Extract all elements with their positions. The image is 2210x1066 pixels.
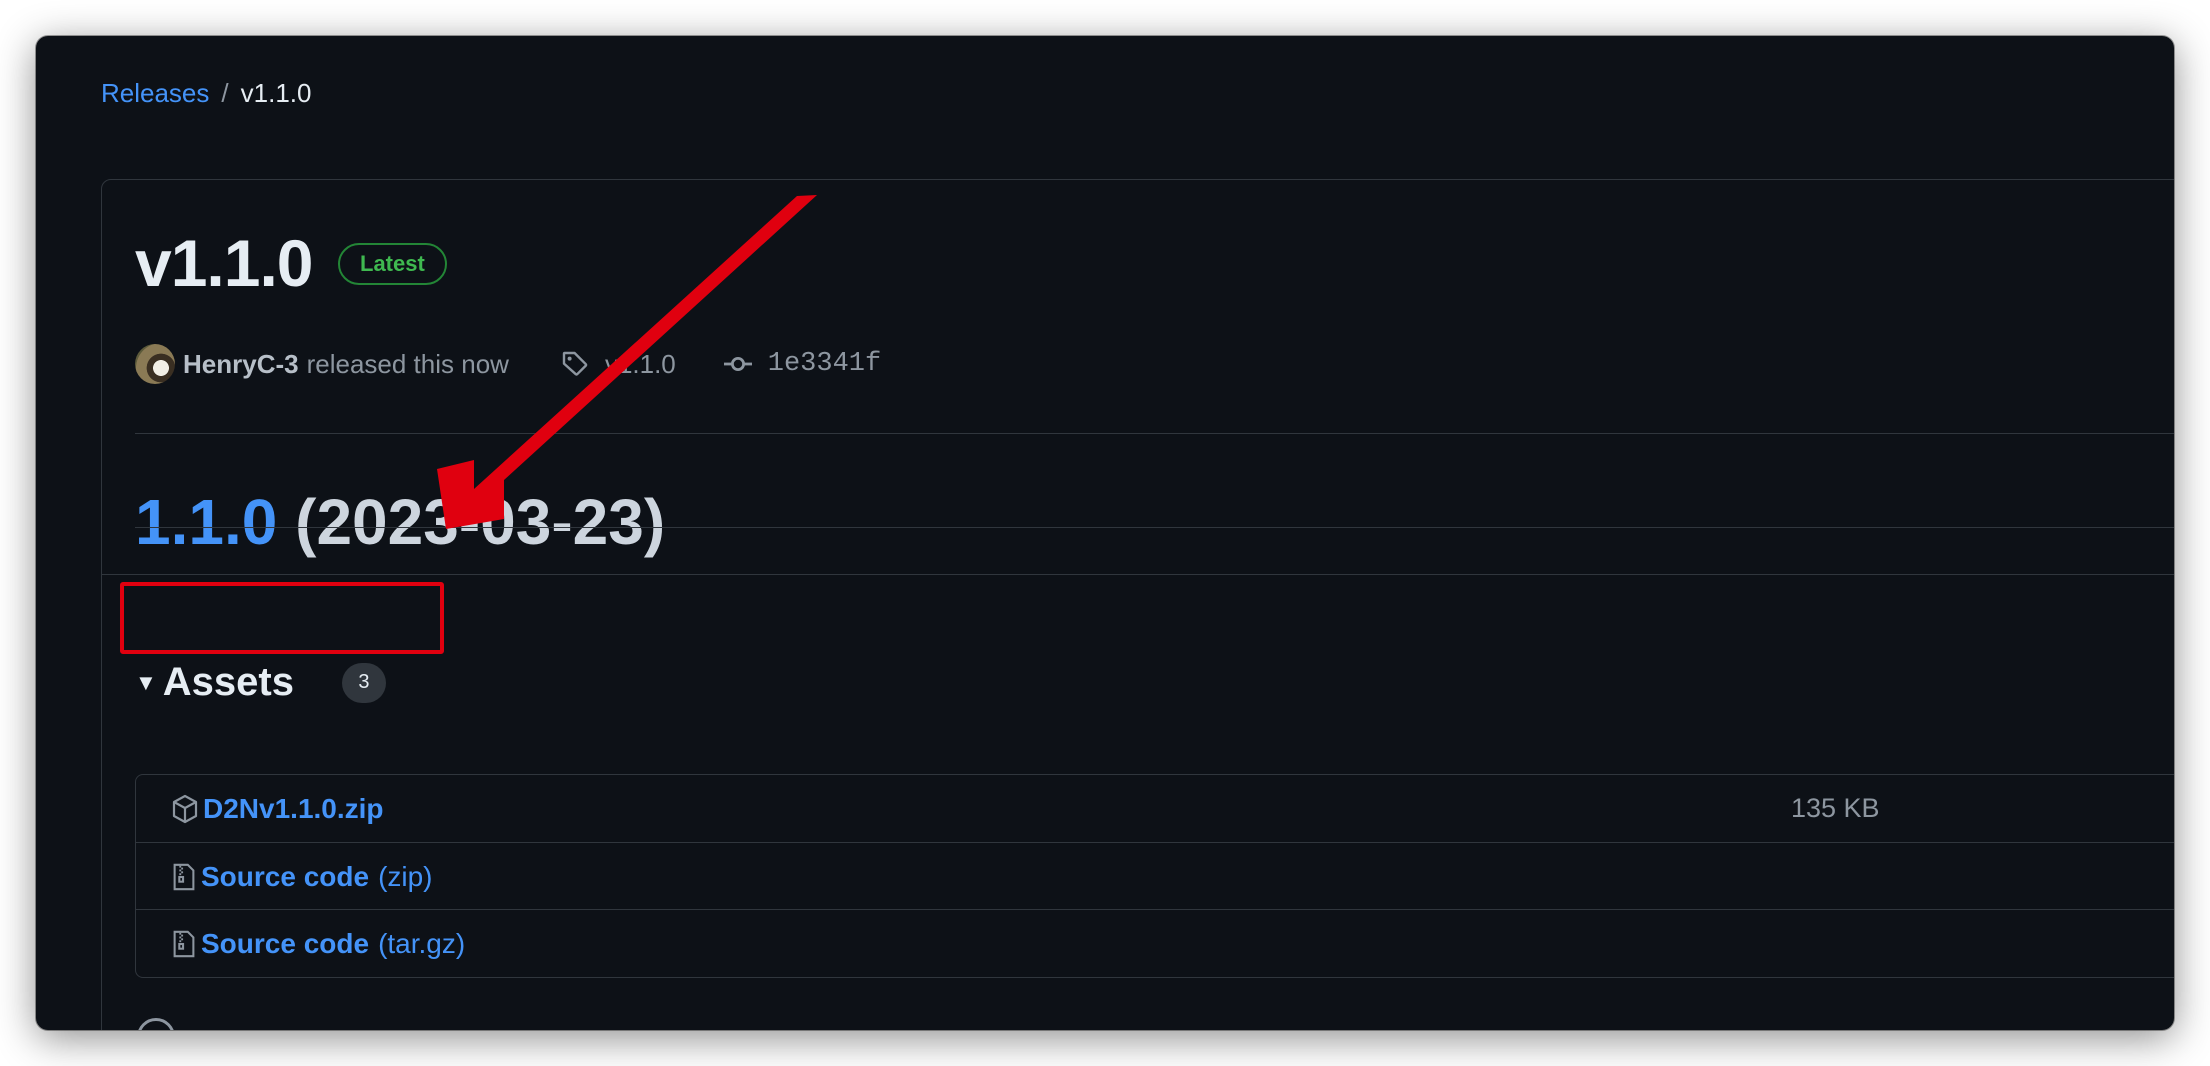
asset-link[interactable]: Source code (201, 928, 369, 960)
package-icon (169, 793, 201, 825)
smiley-icon[interactable] (137, 1018, 175, 1030)
author-link[interactable]: HenryC-3 (183, 349, 299, 380)
assets-count-badge: 3 (341, 662, 386, 703)
heading-divider (135, 527, 2174, 528)
release-meta: HenryC-3 released this now v1.1.0 1e3341… (135, 342, 881, 386)
asset-row: Source code (zip) (136, 842, 2174, 910)
release-date: (2023-03-23) (295, 486, 666, 558)
browser-window: Releases / v1.1.0 v1.1.0 Latest HenryC-3… (36, 36, 2174, 1030)
assets-title: Assets (162, 660, 294, 704)
tag-link[interactable]: v1.1.0 (605, 349, 676, 380)
breadcrumb-current: v1.1.0 (240, 78, 312, 108)
breadcrumb-releases-link[interactable]: Releases (101, 78, 209, 109)
release-notes-heading: 1.1.0 (2023-03-23) (135, 485, 665, 559)
commit-icon (722, 348, 754, 380)
asset-list: D2Nv1.1.0.zip 135 KB Source code (zip) S… (135, 774, 2174, 978)
release-title[interactable]: v1.1.0 (135, 225, 313, 301)
meta-divider (135, 433, 2174, 434)
caret-down-icon: ▼ (135, 669, 157, 695)
asset-format[interactable]: (zip) (378, 861, 432, 893)
breadcrumb: Releases / v1.1.0 (101, 78, 311, 109)
latest-badge: Latest (338, 243, 447, 285)
tag-icon (559, 348, 591, 380)
version-link[interactable]: 1.1.0 (135, 486, 277, 558)
asset-link[interactable]: D2Nv1.1.0.zip (203, 793, 384, 825)
commit-link[interactable]: 1e3341f (768, 349, 881, 379)
annotation-highlight-box (120, 582, 444, 654)
asset-row: D2Nv1.1.0.zip 135 KB (136, 775, 2174, 842)
released-text: released this now (306, 348, 509, 379)
asset-size: 135 KB (1791, 793, 1880, 823)
file-zip-icon (169, 861, 199, 893)
assets-toggle[interactable]: ▼ Assets 3 (135, 660, 386, 705)
asset-row: Source code (tar.gz) (136, 909, 2174, 977)
file-zip-icon (169, 928, 199, 960)
breadcrumb-separator: / (221, 78, 229, 108)
asset-format[interactable]: (tar.gz) (378, 928, 465, 960)
avatar[interactable] (135, 344, 175, 384)
asset-link[interactable]: Source code (201, 861, 369, 893)
section-divider (102, 574, 2174, 575)
